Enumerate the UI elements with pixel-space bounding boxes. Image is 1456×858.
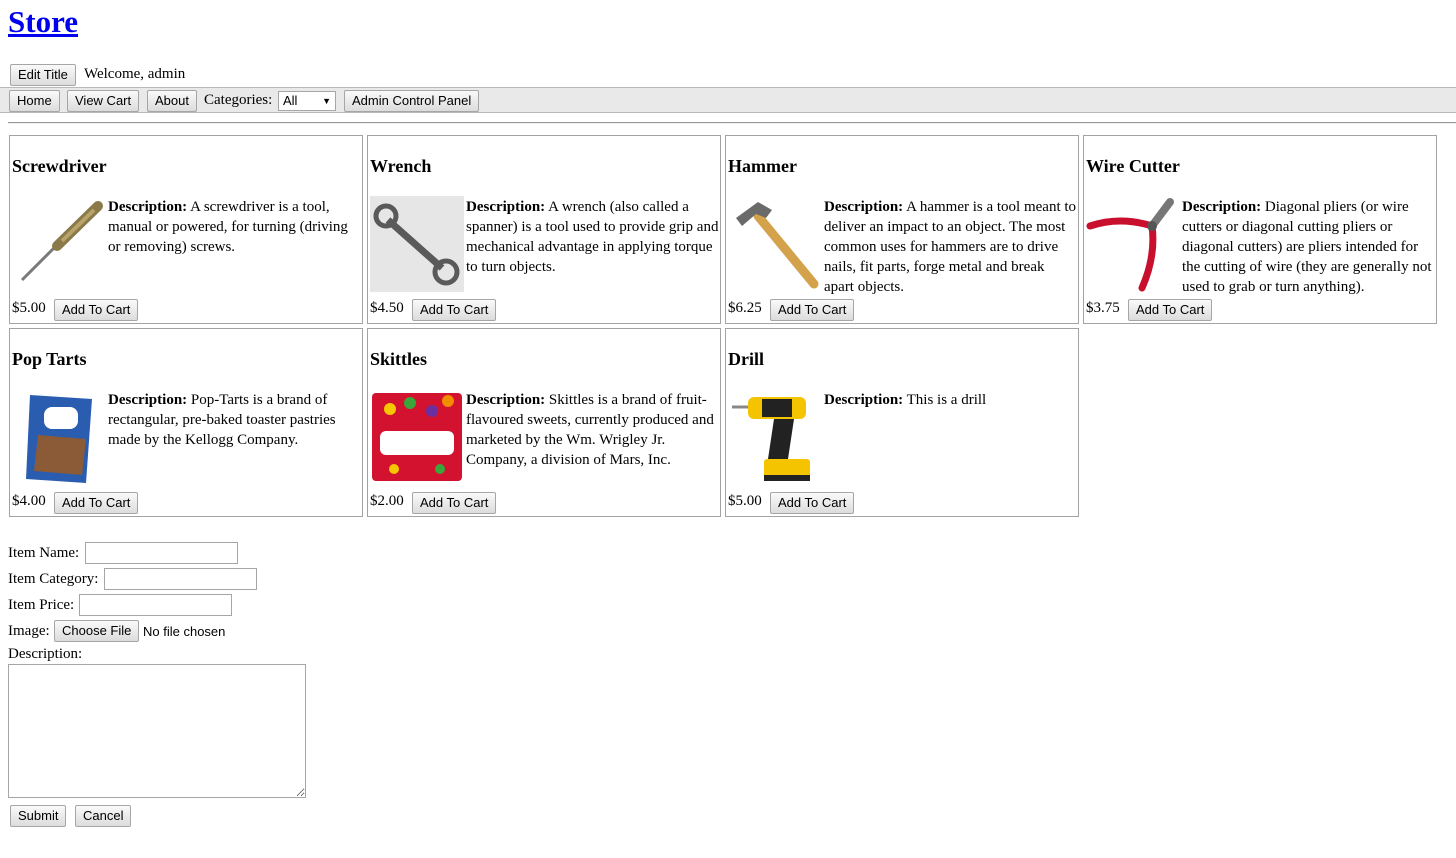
product-price: $4.50 — [370, 300, 404, 316]
product-card-wire-cutter: Wire Cutter Description: Diagonal pliers… — [1083, 135, 1437, 324]
item-name-label: Item Name: — [8, 545, 80, 561]
product-card-skittles: Skittles Description: Skittles is a bran… — [367, 328, 721, 517]
description-label: Description: — [8, 646, 83, 662]
add-to-cart-button[interactable]: Add To Cart — [412, 492, 497, 514]
product-price: $2.00 — [370, 493, 404, 509]
product-card-hammer: Hammer Description: A hammer is a tool m… — [725, 135, 1079, 324]
pop-tarts-image — [26, 395, 92, 483]
edit-title-button[interactable]: Edit Title — [10, 64, 76, 86]
item-price-label: Item Price: — [8, 597, 75, 613]
product-price: $3.75 — [1086, 300, 1120, 316]
product-price: $5.00 — [12, 300, 46, 316]
product-description: Description: Pop-Tarts is a brand of rec… — [108, 392, 336, 448]
product-price: $6.25 — [728, 300, 762, 316]
product-name: Pop Tarts — [12, 349, 87, 369]
admin-control-panel-button[interactable]: Admin Control Panel — [344, 90, 480, 112]
wire-cutter-image — [1086, 198, 1174, 292]
product-description: Description: A wrench (also called a spa… — [466, 199, 719, 275]
product-card-pop-tarts: Pop Tarts Description: Pop-Tarts is a br… — [9, 328, 363, 517]
product-description: Description: Skittles is a brand of frui… — [466, 392, 714, 468]
product-description: Description: A screwdriver is a tool, ma… — [108, 199, 348, 255]
add-to-cart-button[interactable]: Add To Cart — [54, 299, 139, 321]
description-textarea[interactable] — [8, 664, 306, 798]
view-cart-button[interactable]: View Cart — [67, 90, 140, 112]
no-file-text: No file chosen — [143, 624, 226, 639]
product-name: Hammer — [728, 156, 797, 176]
add-to-cart-button[interactable]: Add To Cart — [770, 492, 855, 514]
product-name: Wrench — [370, 156, 432, 176]
product-description: Description: Diagonal pliers (or wire cu… — [1182, 199, 1432, 295]
wrench-image — [370, 196, 464, 292]
image-label: Image: — [8, 623, 50, 639]
add-to-cart-button[interactable]: Add To Cart — [770, 299, 855, 321]
welcome-text: Welcome, admin — [84, 66, 186, 82]
categories-label: Categories: — [204, 92, 273, 108]
product-price: $4.00 — [12, 493, 46, 509]
drill-image — [732, 397, 810, 481]
categories-select[interactable]: All ▼ — [278, 91, 336, 111]
nav-bar: Home View Cart About Categories: All ▼ A… — [0, 87, 1456, 113]
item-name-input[interactable] — [85, 542, 238, 564]
divider — [8, 122, 1456, 124]
about-button[interactable]: About — [147, 90, 197, 112]
product-card-wrench: Wrench Description: A wrench (also calle… — [367, 135, 721, 324]
dropdown-arrow-icon: ▼ — [322, 96, 331, 106]
item-price-input[interactable] — [79, 594, 232, 616]
product-description: Description: This is a drill — [824, 392, 987, 408]
store-title-link[interactable]: Store — [8, 4, 78, 40]
product-price: $5.00 — [728, 493, 762, 509]
add-to-cart-button[interactable]: Add To Cart — [54, 492, 139, 514]
product-name: Screwdriver — [12, 156, 107, 176]
add-to-cart-button[interactable]: Add To Cart — [1128, 299, 1213, 321]
add-to-cart-button[interactable]: Add To Cart — [412, 299, 497, 321]
hammer-image — [736, 202, 819, 289]
product-card-drill: Drill Description: This is a drill $5.00… — [725, 328, 1079, 517]
product-name: Drill — [728, 349, 764, 369]
item-category-label: Item Category: — [8, 571, 99, 587]
product-name: Wire Cutter — [1086, 156, 1180, 176]
product-name: Skittles — [370, 349, 428, 369]
categories-selected-value: All — [283, 93, 298, 108]
cancel-button[interactable]: Cancel — [75, 805, 132, 827]
item-category-input[interactable] — [104, 568, 257, 590]
submit-button[interactable]: Submit — [10, 805, 67, 827]
product-description: Description: A hammer is a tool meant to… — [824, 199, 1077, 295]
skittles-image — [372, 393, 462, 481]
choose-file-button[interactable]: Choose File — [54, 620, 140, 642]
screwdriver-image — [20, 201, 103, 282]
product-card-screwdriver: Screwdriver Description: A screwdriver i… — [9, 135, 363, 324]
home-button[interactable]: Home — [9, 90, 60, 112]
